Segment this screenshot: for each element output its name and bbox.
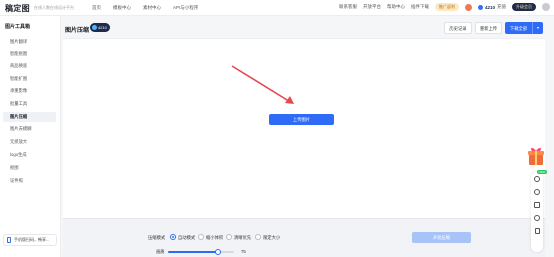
plus-circle-icon[interactable] <box>534 189 540 195</box>
quality-slider-fill <box>168 251 218 253</box>
nav-assets[interactable]: 素材中心 <box>143 5 161 11</box>
download-dropdown-button[interactable]: ▾ <box>532 22 543 34</box>
coin-icon <box>477 4 483 10</box>
download-link[interactable]: 插件下载 <box>411 4 429 10</box>
reupload-button[interactable]: 重新上传 <box>475 22 502 34</box>
open-platform-link[interactable]: 开放平台 <box>363 4 381 10</box>
upload-area[interactable] <box>63 38 545 218</box>
sidebar-item-10[interactable]: 抠图 <box>3 163 56 173</box>
top-nav: 首页 模板中心 素材中心 API与小程序 <box>92 5 198 11</box>
page-title: 图片压缩 <box>65 28 90 34</box>
float-toolbar <box>531 172 543 252</box>
sidebar-item-3[interactable]: 智能扩图 <box>3 74 56 84</box>
quality-value: 75 <box>241 249 246 254</box>
sidebar-item-8[interactable]: 无损放大 <box>3 137 56 147</box>
mobile-qr-button[interactable]: 手机版扫码，畅享... <box>3 234 57 246</box>
mode-radio-1[interactable] <box>198 234 204 240</box>
phone-icon[interactable] <box>534 228 540 234</box>
sidebar: 图片工具箱 图片翻译智能抠图商品换底智能扩图承重影像批量工具图片压缩图片去模糊无… <box>0 16 61 257</box>
gift-icon[interactable] <box>527 146 545 166</box>
nav-templates[interactable]: 模板中心 <box>113 5 131 11</box>
compress-settings <box>63 218 545 257</box>
mode-option-label-2[interactable]: 清晰优先 <box>234 235 251 241</box>
mode-option-label-0[interactable]: 自动模式 <box>178 235 195 241</box>
sidebar-item-7[interactable]: 图片去模糊 <box>3 124 56 134</box>
recharge-label: 充值 <box>497 4 506 9</box>
sidebar-item-9[interactable]: logo生成 <box>3 150 56 160</box>
top-bar: 稿定图 在线人数在线设计平台 首页 模板中心 素材中心 API与小程序 联系客服… <box>0 0 554 16</box>
contact-link[interactable]: 联系客服 <box>339 4 357 10</box>
vip-button[interactable]: 升级会员 <box>512 3 536 11</box>
logo[interactable]: 稿定图 <box>5 3 30 14</box>
sidebar-item-4[interactable]: 承重影像 <box>3 86 56 96</box>
quality-label: 画质 <box>156 249 165 254</box>
mode-option-label-3[interactable]: 限定大小 <box>263 235 280 241</box>
mode-radio-2[interactable] <box>226 234 232 240</box>
sidebar-item-6[interactable]: 图片压缩 <box>3 112 56 122</box>
coin-count: 4210 <box>484 4 495 10</box>
sidebar-item-2[interactable]: 商品换底 <box>3 61 56 71</box>
top-right-menu: 联系客服 开放平台 帮助中心 插件下载 推广返利 4210 充值 升级会员 <box>339 3 550 11</box>
start-compress-button[interactable]: 开始压缩 <box>412 232 471 243</box>
qrcode-icon[interactable] <box>534 202 540 208</box>
help-link[interactable]: 帮助中心 <box>387 4 405 10</box>
user-avatar[interactable] <box>542 3 550 11</box>
history-button[interactable]: 历史记录 <box>444 22 472 34</box>
sidebar-title[interactable]: 图片工具箱 <box>5 23 30 30</box>
sidebar-item-1[interactable]: 智能抠图 <box>3 49 56 59</box>
new-badge: NEW <box>537 170 547 174</box>
coin-balance[interactable]: 4210 充值 <box>477 4 506 10</box>
mode-radio-0[interactable] <box>170 234 176 240</box>
phone-icon <box>7 237 11 243</box>
notification-icon[interactable] <box>464 3 472 11</box>
mode-label: 压缩模式 <box>148 235 166 240</box>
download-all-button[interactable]: 下载全部 <box>505 22 532 34</box>
upload-button[interactable]: 上传图片 <box>269 114 334 125</box>
nav-home[interactable]: 首页 <box>92 5 101 11</box>
quality-slider-handle[interactable] <box>214 248 221 255</box>
count-badge: 4210 <box>90 23 110 32</box>
mode-radio-3[interactable] <box>255 234 261 240</box>
mobile-qr-label: 手机版扫码，畅享... <box>14 237 50 242</box>
question-icon[interactable] <box>534 215 540 221</box>
slogan: 在线人数在线设计平台 <box>34 5 74 10</box>
nav-api[interactable]: API与小程序 <box>173 5 198 11</box>
sidebar-item-5[interactable]: 批量工具 <box>3 99 56 109</box>
mode-option-label-1[interactable]: 缩小体积 <box>206 235 223 241</box>
sidebar-item-11[interactable]: 证件照 <box>3 176 56 186</box>
sidebar-item-0[interactable]: 图片翻译 <box>3 37 56 47</box>
promo-badge[interactable]: 推广返利 <box>434 3 459 11</box>
ai-icon[interactable] <box>534 176 540 182</box>
